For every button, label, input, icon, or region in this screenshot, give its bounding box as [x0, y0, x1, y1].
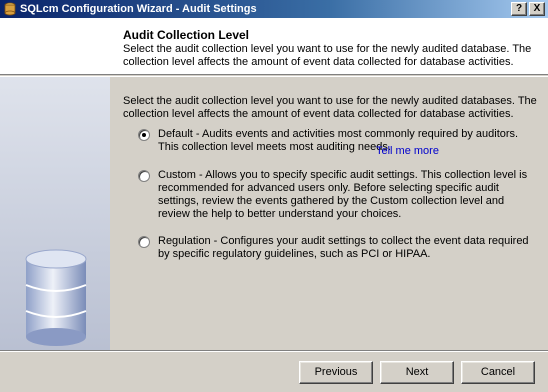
intro-text: Select the audit collection level you wa… [123, 95, 537, 120]
option-default-label: Default - Audits events and activities m… [158, 128, 519, 153]
database-icon [25, 249, 87, 346]
wizard-header: Audit Collection Level Select the audit … [0, 18, 548, 75]
radio-regulation[interactable] [138, 236, 150, 248]
wizard-side-panel [0, 77, 110, 350]
app-icon [4, 2, 16, 16]
previous-button[interactable]: Previous [299, 361, 373, 384]
wizard-content: Select the audit collection level you wa… [110, 77, 548, 350]
next-button[interactable]: Next [380, 361, 454, 384]
option-custom-label: Custom - Allows you to specify specific … [158, 169, 528, 220]
title-bar: SQLcm Configuration Wizard - Audit Setti… [0, 0, 548, 18]
radio-default[interactable] [138, 129, 150, 141]
radio-custom[interactable] [138, 170, 150, 182]
page-title: Audit Collection Level [123, 28, 250, 42]
close-button[interactable]: X [529, 2, 545, 16]
option-regulation[interactable]: Regulation - Configures your audit setti… [138, 235, 538, 265]
option-custom[interactable]: Custom - Allows you to specify specific … [138, 169, 538, 224]
tell-me-more-link[interactable]: Tell me more [376, 145, 439, 157]
page-description: Select the audit collection level you wa… [123, 43, 532, 68]
radio-selected-dot [142, 133, 146, 137]
window-title: SQLcm Configuration Wizard - Audit Setti… [20, 3, 257, 15]
cancel-button[interactable]: Cancel [461, 361, 535, 384]
option-regulation-label: Regulation - Configures your audit setti… [158, 235, 529, 260]
wizard-footer: Previous Next Cancel [0, 352, 548, 392]
option-default[interactable]: Default - Audits events and activities m… [138, 128, 538, 160]
help-button[interactable]: ? [511, 2, 527, 16]
